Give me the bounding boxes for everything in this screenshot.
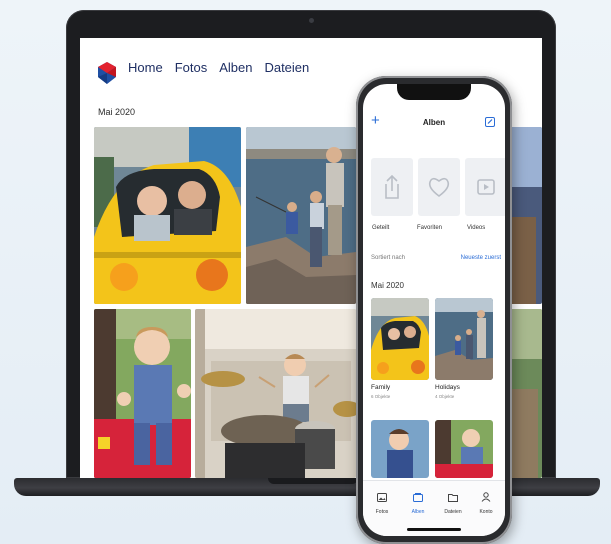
nav-dateien[interactable]: Dateien <box>264 60 309 75</box>
category-label: Geteilt <box>372 225 390 231</box>
photo-tile[interactable] <box>246 127 356 304</box>
album-count: 4 Objekte <box>435 394 455 399</box>
folder-icon <box>448 494 458 502</box>
sort-dropdown[interactable]: Neueste zuerst <box>461 255 501 261</box>
phone-screen: + Alben Geteilt Favoriten Videos Sortier… <box>363 84 505 536</box>
album-thumb[interactable] <box>435 420 493 478</box>
video-icon <box>477 179 495 195</box>
section-date: Mai 2020 <box>98 107 136 117</box>
album-thumb[interactable] <box>371 420 429 478</box>
album-holidays-thumb[interactable] <box>435 298 493 380</box>
category-label: Videos <box>467 225 486 231</box>
category-label: Favoriten <box>417 225 443 231</box>
nav-fotos[interactable]: Fotos <box>175 60 208 75</box>
album-name: Family <box>371 384 391 391</box>
edit-icon[interactable] <box>485 117 495 127</box>
heart-icon <box>428 177 450 197</box>
photo-tile[interactable] <box>94 309 191 478</box>
phone-header: + Alben <box>363 112 505 136</box>
category-shared[interactable] <box>371 158 413 216</box>
category-favorites[interactable] <box>418 158 460 216</box>
home-indicator <box>407 528 461 531</box>
sort-label: Sortiert nach <box>371 255 406 261</box>
photo-tile[interactable] <box>94 127 241 304</box>
phone-section-date: Mai 2020 <box>371 281 404 290</box>
laptop-base <box>14 478 600 496</box>
tab-alben[interactable]: Alben <box>403 489 433 515</box>
tab-fotos[interactable]: Fotos <box>367 489 397 515</box>
phone-header-title: Alben <box>422 118 446 127</box>
phone-device: + Alben Geteilt Favoriten Videos Sortier… <box>356 76 512 544</box>
nav-alben[interactable]: Alben <box>219 60 252 75</box>
tab-dateien[interactable]: Dateien <box>438 489 468 515</box>
photo-icon <box>377 493 387 502</box>
main-nav: Home Fotos Alben Dateien <box>128 60 309 75</box>
tab-konto[interactable]: Konto <box>471 489 501 515</box>
nav-home[interactable]: Home <box>128 60 163 75</box>
phone-notch <box>397 84 471 100</box>
user-icon <box>481 492 491 502</box>
share-icon <box>385 174 399 199</box>
laptop-camera <box>309 18 314 23</box>
photo-tile[interactable] <box>195 309 356 478</box>
album-family-thumb[interactable] <box>371 298 429 380</box>
laptop-notch <box>268 478 358 484</box>
album-name: Holidays <box>435 384 460 391</box>
album-count: 6 Objekte <box>371 394 391 399</box>
album-icon <box>413 493 423 502</box>
app-logo-icon[interactable] <box>98 62 116 84</box>
category-videos[interactable] <box>465 158 505 216</box>
